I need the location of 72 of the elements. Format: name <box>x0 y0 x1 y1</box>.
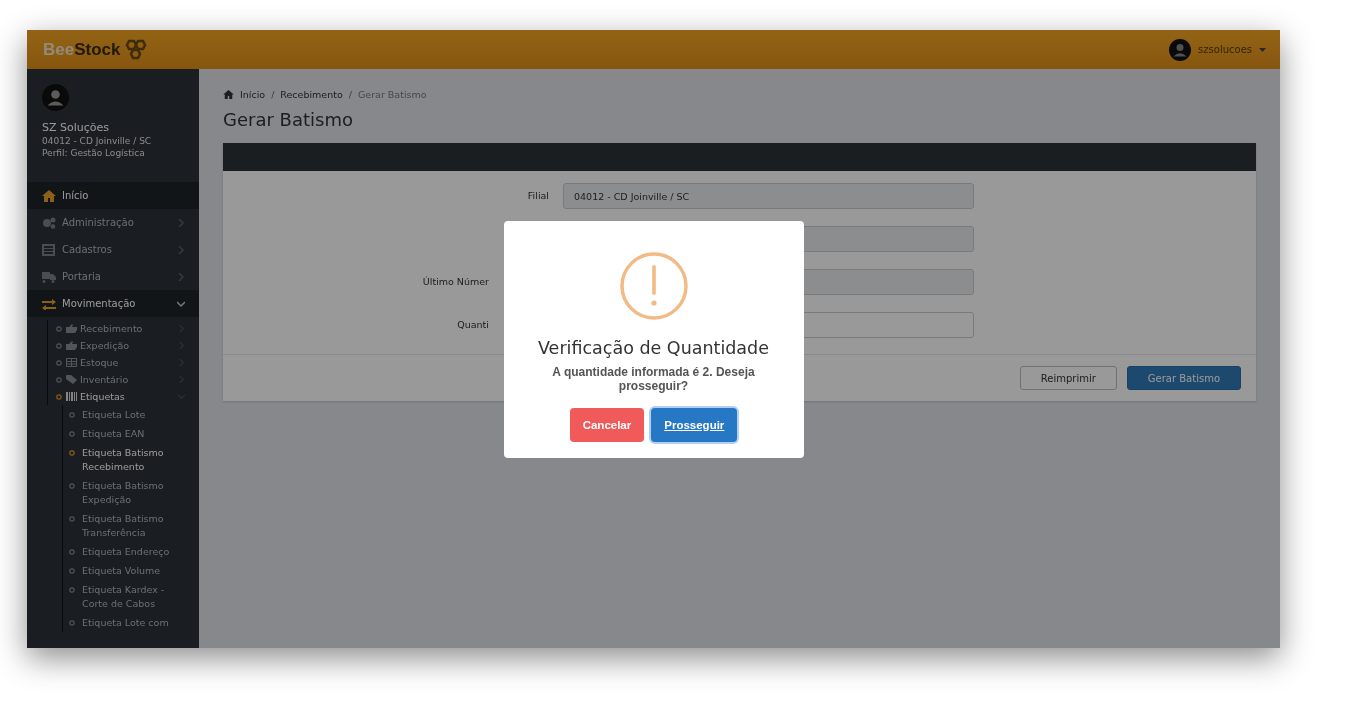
circle-bullet-icon <box>69 548 75 555</box>
submenu-item[interactable]: Etiqueta EAN <box>63 424 199 443</box>
chevron-icon <box>177 218 185 227</box>
logo-text: Bee <box>43 39 75 60</box>
circle-bullet-icon <box>56 376 62 383</box>
list-icon <box>42 243 56 256</box>
submenu-item[interactable]: Recebimento <box>47 320 199 337</box>
menu-item[interactable]: Cadastros <box>27 236 199 263</box>
submenu-item[interactable]: Inventário <box>47 371 199 388</box>
grid-icon <box>66 358 77 367</box>
branch-text: 04012 - CD Joinville / SC <box>42 136 153 146</box>
tag-icon <box>66 375 77 384</box>
circle-bullet-icon <box>56 393 62 400</box>
circle-bullet-icon <box>69 482 75 489</box>
user-avatar-icon[interactable] <box>1169 38 1192 61</box>
username-menu[interactable]: szsolucoes <box>1198 44 1252 55</box>
menu-item[interactable]: Movimentação <box>27 290 199 317</box>
submenu-item[interactable]: Etiqueta Batismo Expedição <box>63 476 199 509</box>
circle-bullet-icon <box>56 342 62 349</box>
dialog-title: Verificação de Quantidade <box>538 337 769 358</box>
circle-bullet-icon <box>69 411 75 418</box>
submenu-item[interactable]: Etiquetas <box>47 388 199 405</box>
submenu-item[interactable]: Etiqueta Endereço <box>63 542 199 561</box>
cancel-button[interactable]: Cancelar <box>569 407 645 442</box>
profile-text: Perfil: Gestão Logística <box>42 148 146 158</box>
submenu-item[interactable]: Etiqueta Kardex - Corte de Cabos <box>63 580 199 613</box>
caret-icon[interactable] <box>1259 47 1266 52</box>
breadcrumb-link[interactable]: Início <box>240 89 266 100</box>
field-label: Quanti <box>457 319 489 330</box>
menu-item[interactable]: Portaria <box>27 263 199 290</box>
circle-bullet-icon <box>69 567 75 574</box>
hand-icon <box>66 341 77 350</box>
circle-bullet-icon <box>69 430 75 437</box>
breadcrumb-separator: / <box>271 89 275 100</box>
company-name: SZ Soluções <box>42 121 111 134</box>
stripes-icon <box>66 392 77 401</box>
truck-icon <box>42 270 56 283</box>
submenu-item[interactable]: Estoque <box>47 354 199 371</box>
circle-bullet-icon <box>56 359 62 366</box>
menu-item[interactable]: Administração <box>27 209 199 236</box>
logo-text: Stock <box>74 39 121 60</box>
user-avatar-icon <box>42 84 69 111</box>
warning-icon <box>618 250 689 321</box>
dialog-message: A quantidade informada é 2. Deseja prosseguir? <box>551 364 756 393</box>
primary-button[interactable]: Gerar Batismo <box>1126 366 1241 390</box>
chevron-icon <box>177 272 185 281</box>
input-field[interactable]: 04012 - CD Joinville / SC <box>563 183 974 209</box>
submenu-item[interactable]: Etiqueta Volume <box>63 561 199 580</box>
submenu-item[interactable]: Etiqueta Lote com <box>63 613 199 632</box>
confirm-button[interactable]: Prosseguir <box>651 407 738 442</box>
circle-bullet-icon <box>69 586 75 593</box>
breadcrumb-link[interactable]: Recebimento <box>280 89 343 100</box>
home-icon <box>223 90 234 99</box>
page-title: Gerar Batismo <box>223 109 354 130</box>
chevron-icon <box>177 299 185 308</box>
home-icon <box>42 189 56 202</box>
submenu-item[interactable]: Expedição <box>47 337 199 354</box>
circle-bullet-icon <box>56 325 62 332</box>
arrows-icon <box>42 297 56 310</box>
circle-bullet-icon <box>69 619 75 626</box>
chevron-icon <box>177 245 185 254</box>
field-label: Filial <box>527 190 549 201</box>
circle-bullet-icon <box>69 449 75 456</box>
menu-item[interactable]: Início <box>27 182 199 209</box>
submenu-item[interactable]: Etiqueta Batismo Recebimento <box>63 443 199 476</box>
submenu-item[interactable]: Etiqueta Batismo Transferência <box>63 509 199 542</box>
field-label: Último Númer <box>422 276 489 287</box>
submenu-item[interactable]: Etiqueta Lote <box>63 405 199 424</box>
hand-icon <box>66 324 77 333</box>
secondary-button[interactable]: Reimprimir <box>1019 366 1117 390</box>
breadcrumb-separator: / <box>348 89 352 100</box>
circle-bullet-icon <box>69 515 75 522</box>
